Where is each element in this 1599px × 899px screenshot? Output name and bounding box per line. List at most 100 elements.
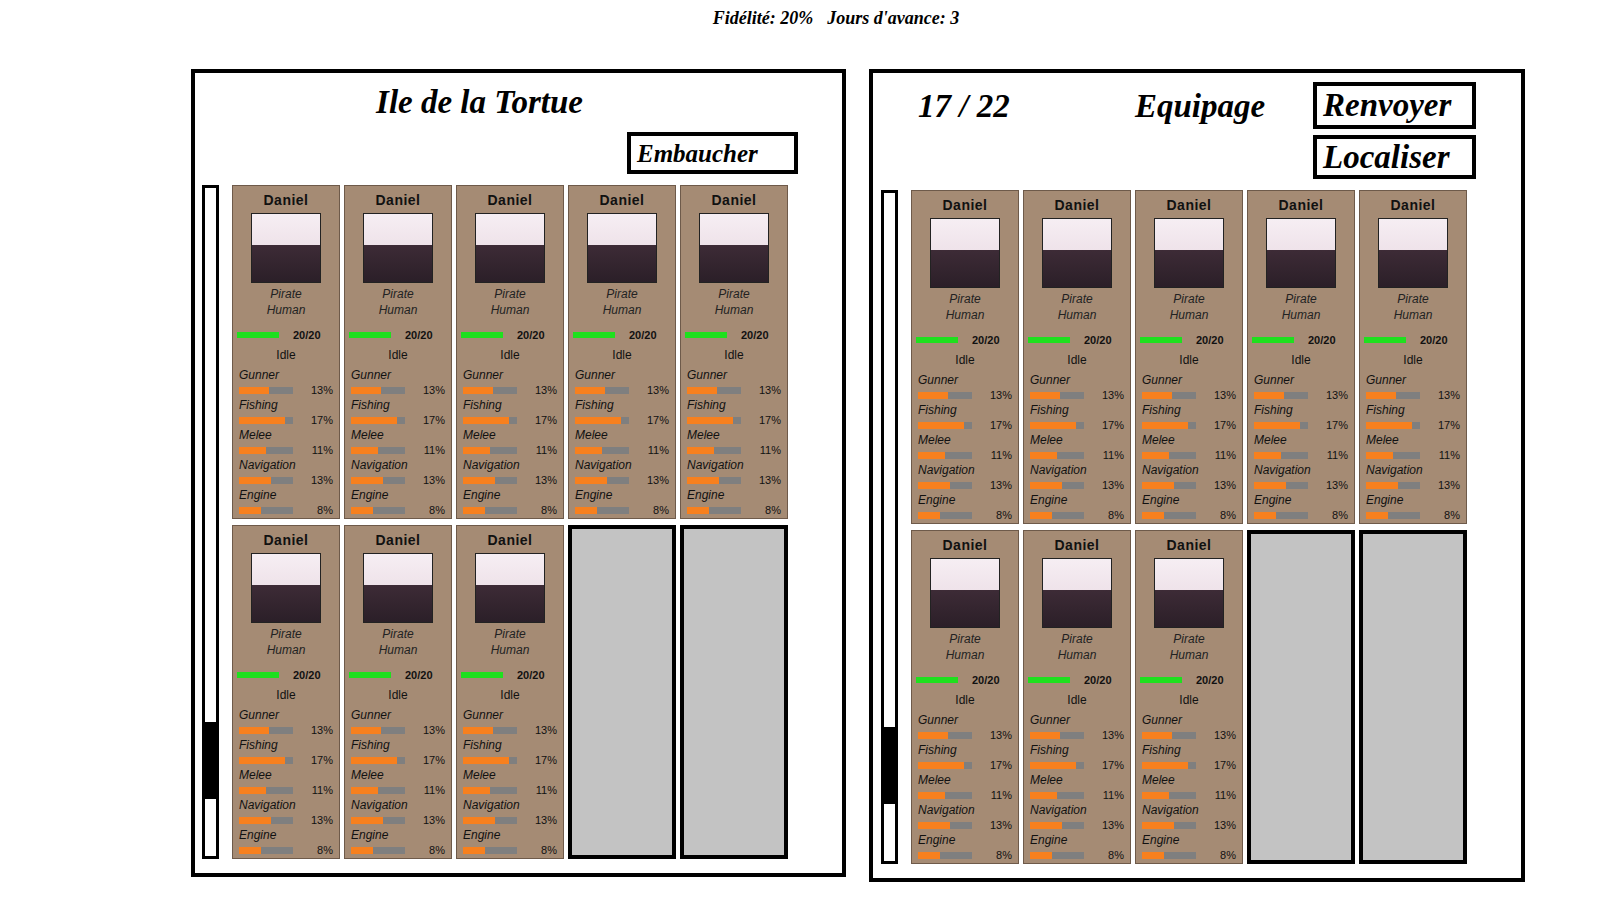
hp-bar [1028,337,1070,343]
crew-card[interactable]: DanielPirateHuman20/20IdleGunner13%Fishi… [911,190,1019,524]
skill-bar [463,477,517,484]
skill-row: 8% [351,502,445,518]
skill-fill [239,507,261,514]
skill-fill [918,422,964,429]
crew-card[interactable]: DanielPirateHuman20/20IdleGunner13%Fishi… [232,525,340,859]
crew-class: Pirate [1024,631,1130,647]
skill-bar [575,477,629,484]
skill-fill [575,477,607,484]
hp-row: 20/20 [457,669,563,681]
crew-card[interactable]: DanielPirateHuman20/20IdleGunner13%Fishi… [456,525,564,859]
skill-fill [918,452,945,459]
crew-card[interactable]: DanielPirateHuman20/20IdleGunner13%Fishi… [1023,190,1131,524]
skill-list: Gunner13%Fishing17%Melee11%Navigation13%… [457,708,563,858]
skill-row: 11% [1142,447,1236,463]
skill-row: 17% [1366,417,1460,433]
scrollbar[interactable] [202,185,219,859]
skill-bar [463,787,517,794]
crew-card[interactable]: DanielPirateHuman20/20IdleGunner13%Fishi… [344,525,452,859]
empty-slot [680,525,788,859]
crew-card[interactable]: DanielPirateHuman20/20IdleGunner13%Fishi… [456,185,564,519]
skill-row: 17% [463,412,557,428]
skill: Melee11% [1142,433,1236,463]
hp-row: 20/20 [1136,674,1242,686]
skill-row: 13% [1030,477,1124,493]
skill-fill [1142,732,1172,739]
crew-card[interactable]: DanielPirateHuman20/20IdleGunner13%Fishi… [1135,190,1243,524]
crew-card[interactable]: DanielPirateHuman20/20IdleGunner13%Fishi… [1023,530,1131,864]
skill-list: Gunner13%Fishing17%Melee11%Navigation13%… [1136,373,1242,523]
skill-name: Fishing [1030,743,1124,757]
recruit-actions: Embaucher [195,132,798,174]
skill-fill [351,507,373,514]
skill: Gunner13% [1142,713,1236,743]
skill-reading: 11% [424,444,445,456]
skill-name: Gunner [463,708,557,722]
crew-action-button[interactable]: Renvoyer [1313,82,1476,129]
skill-reading: 17% [1438,419,1460,431]
hp-fill [1364,337,1406,343]
crew-card[interactable]: DanielPirateHuman20/20IdleGunner13%Fishi… [344,185,452,519]
skill-fill [1254,482,1286,489]
skill-reading: 8% [317,844,333,856]
skill-reading: 13% [759,474,781,486]
crew-card[interactable]: DanielPirateHuman20/20IdleGunner13%Fishi… [680,185,788,519]
skill-bar [351,847,405,854]
crew-type: PirateHuman [1136,291,1242,323]
crew-class: Pirate [1024,291,1130,307]
skill-reading: 17% [1102,419,1124,431]
crew-type: PirateHuman [1024,291,1130,323]
scrollbar[interactable] [881,190,898,864]
skill-bar [1254,422,1308,429]
skill: Navigation13% [1142,803,1236,833]
hp-bar [461,332,503,338]
skill-list: Gunner13%Fishing17%Melee11%Navigation13%… [1136,713,1242,863]
crew-card[interactable]: DanielPirateHuman20/20IdleGunner13%Fishi… [1135,530,1243,864]
skill: Fishing17% [351,738,445,768]
crew-card[interactable]: DanielPirateHuman20/20IdleGunner13%Fishi… [911,530,1019,864]
skill-name: Fishing [463,738,557,752]
skill-fill [239,757,285,764]
skill-fill [1030,512,1052,519]
skill-fill [463,727,493,734]
crew-card[interactable]: DanielPirateHuman20/20IdleGunner13%Fishi… [1359,190,1467,524]
scrollbar-thumb[interactable] [884,727,895,804]
crew-class: Pirate [233,626,339,642]
skill-bar [351,817,405,824]
skill-bar [687,387,741,394]
skill-reading: 13% [990,389,1012,401]
skill-bar [351,727,405,734]
crew-race: Human [1360,307,1466,323]
skill-fill [1142,822,1174,829]
portrait [1042,218,1112,288]
skill-name: Navigation [1030,803,1124,817]
crew-card[interactable]: DanielPirateHuman20/20IdleGunner13%Fishi… [1247,190,1355,524]
hire-button[interactable]: Embaucher [627,132,798,174]
skill-name: Navigation [1254,463,1348,477]
skill: Engine8% [918,833,1012,863]
crew-type: PirateHuman [457,626,563,658]
skill-bar [239,727,293,734]
crew-name: Daniel [1360,197,1466,213]
crew-name: Daniel [1248,197,1354,213]
hp-bar [1140,337,1182,343]
hp-text: 20/20 [972,674,1000,686]
skill-fill [1142,762,1188,769]
skill-name: Engine [1142,493,1236,507]
skill-row: 8% [1142,847,1236,863]
crew-card[interactable]: DanielPirateHuman20/20IdleGunner13%Fishi… [568,185,676,519]
crew-card[interactable]: DanielPirateHuman20/20IdleGunner13%Fishi… [232,185,340,519]
hp-bar [916,337,958,343]
crew-type: PirateHuman [457,286,563,318]
skill-bar [351,447,405,454]
skill-bar [351,417,405,424]
skill-name: Gunner [351,708,445,722]
hp-bar [916,677,958,683]
skill-list: Gunner13%Fishing17%Melee11%Navigation13%… [912,373,1018,523]
skill-name: Fishing [1254,403,1348,417]
crew-action-button[interactable]: Localiser [1313,135,1476,179]
skill-bar [351,757,405,764]
scrollbar-thumb[interactable] [205,722,216,799]
portrait [1378,218,1448,288]
skill-reading: 8% [541,504,557,516]
